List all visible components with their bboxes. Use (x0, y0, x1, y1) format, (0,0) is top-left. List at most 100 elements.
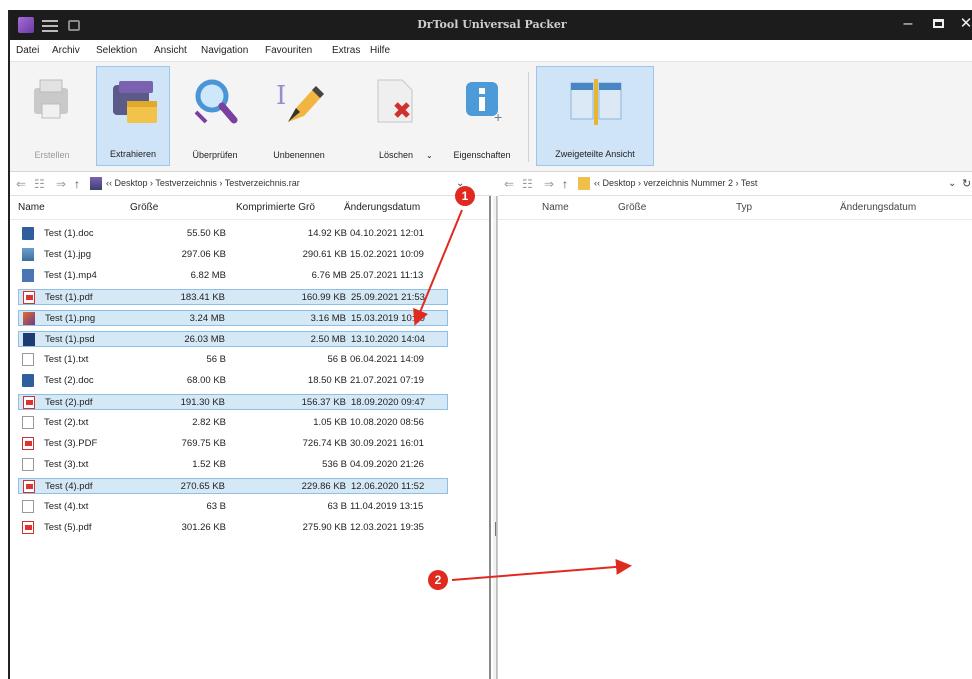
properties-button[interactable]: + Eigenschaften (442, 66, 522, 166)
right-path-dropdown-icon[interactable]: ⌄ (948, 178, 956, 189)
file-name: Test (2).pdf (45, 397, 93, 408)
file-compressed-size: 290.61 KB (302, 249, 347, 260)
delete-dropdown-icon[interactable]: ⌄ (426, 151, 433, 160)
file-modified-date: 04.09.2020 21:26 (350, 459, 424, 470)
col-size-right[interactable]: Größe (618, 202, 646, 213)
left-file-pane[interactable]: Name Größe Komprimierte Grö Änderungsdat… (10, 196, 491, 679)
create-button[interactable]: Erstellen (14, 66, 90, 166)
file-modified-date: 12.06.2020 11:52 (351, 481, 425, 492)
file-name: Test (1).txt (44, 354, 89, 365)
table-row[interactable]: Test (1).png 3.24 MB 3.16 MB 15.03.2019 10:… (18, 310, 448, 326)
file-modified-date: 25.07.2021 11:13 (350, 270, 424, 281)
view-toggle-icon-right[interactable]: ☷ (522, 177, 533, 191)
forward-icon-right[interactable]: ⇒ (544, 177, 554, 191)
file-type-icon (23, 291, 35, 304)
right-file-pane[interactable]: Name Größe Typ Änderungsdatum (497, 196, 972, 679)
file-size: 769.75 KB (181, 438, 226, 449)
table-row[interactable]: Test (1).txt 56 B 56 B 06.04.2021 14:09 (18, 352, 448, 368)
app-window: DrTool Universal Packer – ✕ Datei Archiv… (8, 10, 972, 679)
menu-datei[interactable]: Datei (16, 45, 39, 56)
file-size: 1.52 KB (192, 459, 226, 470)
up-icon[interactable]: ↑ (74, 177, 80, 191)
file-compressed-size: 275.90 KB (302, 522, 347, 533)
file-modified-date: 06.04.2021 14:09 (350, 354, 424, 365)
refresh-icon[interactable]: ↻ (962, 177, 971, 190)
extract-button[interactable]: Extrahieren (96, 66, 170, 166)
file-compressed-size: 14.92 KB (307, 228, 347, 239)
extract-archive-icon (113, 81, 157, 123)
table-row[interactable]: Test (5).pdf 301.26 KB 275.90 KB 12.03.2021… (18, 520, 448, 536)
table-row[interactable]: Test (1).doc 55.50 KB 14.92 KB 04.10.2021 1… (18, 226, 448, 242)
file-compressed-size: 1.05 KB (313, 417, 347, 428)
back-icon-right[interactable]: ⇐ (504, 177, 514, 191)
back-icon[interactable]: ⇐ (16, 177, 26, 191)
file-type-icon (22, 437, 34, 450)
split-view-button[interactable]: Zweigeteilte Ansicht (536, 66, 654, 166)
table-row[interactable]: Test (2).pdf 191.30 KB 156.37 KB 18.09.2020… (18, 394, 448, 410)
menu-favouriten[interactable]: Favouriten (265, 45, 312, 56)
table-row[interactable]: Test (2).txt 2.82 KB 1.05 KB 10.08.2020 08:… (18, 415, 448, 431)
menu-ansicht[interactable]: Ansicht (154, 45, 187, 56)
col-modified-right[interactable]: Änderungsdatum (840, 202, 916, 213)
file-name: Test (4).pdf (45, 481, 93, 492)
file-size: 68.00 KB (186, 375, 226, 386)
printer-icon (34, 79, 68, 119)
file-compressed-size: 726.74 KB (302, 438, 347, 449)
table-row[interactable]: Test (3).txt 1.52 KB 536 B 04.09.2020 21:26 (18, 457, 448, 473)
table-row[interactable]: Test (1).mp4 6.82 MB 6.76 MB 25.07.2021 11:… (18, 268, 448, 284)
col-size[interactable]: Größe (130, 202, 158, 213)
file-name: Test (1).png (45, 313, 96, 324)
right-column-header: Name Größe Typ Änderungsdatum (498, 196, 972, 220)
close-button[interactable]: ✕ (956, 14, 972, 34)
menu-extras[interactable]: Extras (332, 45, 360, 56)
view-toggle-icon[interactable]: ☷ (34, 177, 45, 191)
right-path-breadcrumb[interactable]: ‹‹ Desktop › verzeichnis Nummer 2 › Test (594, 178, 757, 188)
table-row[interactable]: Test (3).PDF 769.75 KB 726.74 KB 30.09.2021… (18, 436, 448, 452)
menu-navigation[interactable]: Navigation (201, 45, 248, 56)
file-size: 26.03 MB (184, 334, 225, 345)
file-name: Test (5).pdf (44, 522, 92, 533)
col-name-right[interactable]: Name (542, 202, 569, 213)
table-row[interactable]: Test (4).txt 63 B 63 B 11.04.2019 13:15 (18, 499, 448, 515)
table-row[interactable]: Test (2).doc 68.00 KB 18.50 KB 21.07.2021 0… (18, 373, 448, 389)
verify-button[interactable]: Überprüfen (178, 66, 252, 166)
table-row[interactable]: Test (4).pdf 270.65 KB 229.86 KB 12.06.2020… (18, 478, 448, 494)
file-compressed-size: 3.16 MB (310, 313, 346, 324)
annotation-badge-1: 1 (455, 186, 475, 206)
rename-button[interactable]: I Unbenennen (260, 66, 338, 166)
ribbon-toolbar: Erstellen Extrahieren Überprüfen I Unben… (10, 62, 972, 172)
table-row[interactable]: Test (1).pdf 183.41 KB 160.99 KB 25.09.2021… (18, 289, 448, 305)
col-name[interactable]: Name (18, 202, 45, 213)
minimize-button[interactable]: – (898, 14, 918, 34)
menu-selektion[interactable]: Selektion (96, 45, 137, 56)
rename-pencil-icon: I (276, 81, 324, 122)
left-path-breadcrumb[interactable]: ‹‹ Desktop › Testverzeichnis › Testverze… (106, 178, 300, 188)
file-type-icon (22, 458, 34, 471)
file-name: Test (4).txt (44, 501, 89, 512)
table-row[interactable]: Test (1).jpg 297.06 KB 290.61 KB 15.02.2021… (18, 247, 448, 263)
annotation-badge-2: 2 (428, 570, 448, 590)
up-icon-right[interactable]: ↑ (562, 177, 568, 191)
magnifier-icon (194, 79, 238, 124)
file-type-icon (23, 396, 35, 409)
menu-archiv[interactable]: Archiv (52, 45, 80, 56)
table-row[interactable]: Test (1).psd 26.03 MB 2.50 MB 13.10.2020 14… (18, 331, 448, 347)
verify-label: Überprüfen (192, 150, 238, 160)
file-compressed-size: 156.37 KB (301, 397, 346, 408)
file-name: Test (1).mp4 (44, 270, 97, 281)
file-size: 6.82 MB (190, 270, 226, 281)
col-modified[interactable]: Änderungsdatum (344, 202, 420, 213)
forward-icon[interactable]: ⇒ (56, 177, 66, 191)
col-compressed[interactable]: Komprimierte Grö (236, 202, 315, 213)
left-column-header: Name Größe Komprimierte Grö Änderungsdat… (10, 196, 489, 220)
delete-label: Löschen (378, 150, 414, 160)
file-name: Test (3).txt (44, 459, 89, 470)
maximize-button[interactable] (928, 14, 948, 34)
ribbon-separator (528, 72, 529, 162)
file-name: Test (1).psd (45, 334, 95, 345)
col-type-right[interactable]: Typ (736, 202, 752, 213)
menu-hilfe[interactable]: Hilfe (370, 45, 390, 56)
file-compressed-size: 18.50 KB (307, 375, 347, 386)
delete-button[interactable]: Löschen ⌄ (356, 66, 436, 166)
rename-label: Unbenennen (273, 150, 325, 160)
